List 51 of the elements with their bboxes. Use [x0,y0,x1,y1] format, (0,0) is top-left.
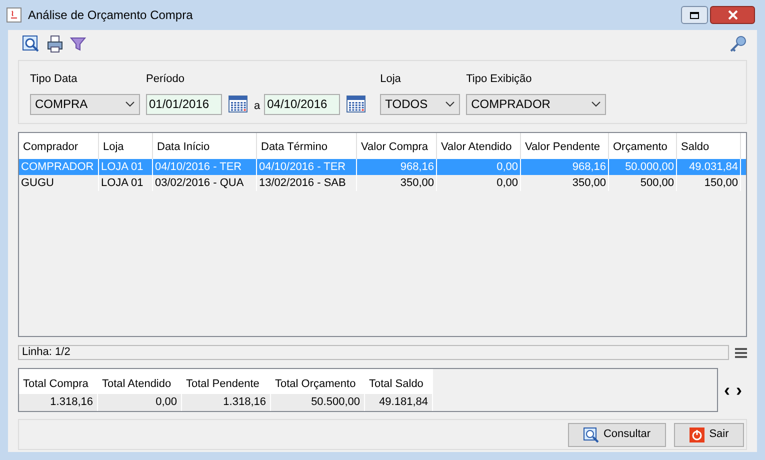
total-label: Total Pendente [182,369,270,394]
search-icon [583,426,600,442]
exit-button[interactable]: Sair [674,422,744,446]
table-cell: 03/02/2016 - QUA [153,175,257,191]
close-icon [728,10,738,20]
restore-button[interactable] [681,6,708,24]
menu-icon[interactable] [735,348,747,358]
total-value: 50.500,00 [271,394,364,411]
caret-icon [591,101,602,107]
total-value: 0,00 [98,394,181,411]
close-button[interactable] [710,6,755,24]
key-icon[interactable] [729,35,747,53]
caret-icon [125,101,135,107]
dropdown[interactable]: TODOS [380,94,460,114]
total-value: 1.318,16 [182,394,270,411]
status-bar: Linha: 1/2 [18,345,729,360]
search-button[interactable]: Consultar [568,422,666,446]
previous-button[interactable]: ‹ [724,381,730,399]
total-label: Total Saldo [365,369,432,394]
date-field[interactable]: 01/01/2016 [146,94,222,114]
calendar-icon[interactable] [228,95,248,113]
table-cell: 150,00 [677,175,741,191]
caret-icon [445,101,456,107]
dropdown[interactable]: COMPRADOR [466,94,606,114]
total-label: Total Orçamento [271,369,364,394]
calendar-icon[interactable] [346,95,366,113]
field-label: Período [146,72,186,87]
field-label: Tipo Data [30,72,78,87]
table-cell: 500,00 [609,175,677,191]
power-icon [689,426,706,442]
table-cell: 350,00 [521,175,609,191]
table-cell: 350,00 [357,175,437,191]
total-label: Total Compra [19,369,97,394]
dropdown[interactable]: COMPRA [30,94,140,114]
table-cell: 13/02/2016 - SAB [257,175,357,191]
table-cell: GUGU [19,175,99,191]
total-label: Total Atendido [98,369,181,394]
field-label: Loja [380,72,402,87]
filter-icon[interactable] [70,36,86,52]
printer-icon[interactable] [46,35,64,53]
app-icon [6,7,22,23]
date-field[interactable]: 04/10/2016 [264,94,340,114]
window-title: Análise de Orçamento Compra [28,7,193,24]
field-label: Tipo Exibição [466,72,533,87]
total-value: 1.318,16 [19,394,97,411]
range-separator: a [254,98,260,114]
search-icon[interactable] [22,35,40,53]
total-value: 49.181,84 [365,394,432,411]
next-button[interactable]: › [736,381,742,399]
table-cell: 0,00 [437,175,521,191]
table-cell: LOJA 01 [99,175,153,191]
